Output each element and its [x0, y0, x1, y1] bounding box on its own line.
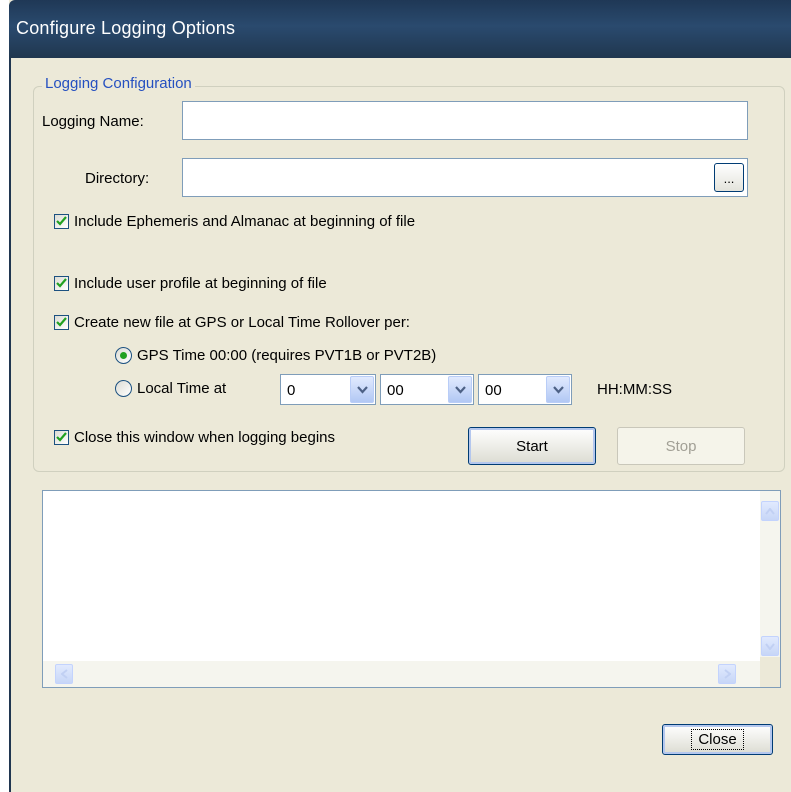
close-button[interactable]: Close: [662, 724, 773, 755]
seconds-value: 00: [485, 382, 502, 399]
rollover-checkbox[interactable]: Create new file at GPS or Local Time Rol…: [54, 314, 410, 331]
local-time-radio[interactable]: Local Time at: [115, 380, 226, 397]
logging-name-input[interactable]: [182, 101, 748, 140]
scrollbar-corner: [760, 657, 780, 687]
scroll-up-icon[interactable]: [761, 501, 779, 521]
seconds-select[interactable]: 00: [478, 374, 572, 405]
scroll-right-icon[interactable]: [718, 664, 736, 684]
log-output-area[interactable]: [42, 490, 781, 688]
hours-value: 0: [287, 382, 296, 399]
title-bar[interactable]: Configure Logging Options: [9, 0, 791, 58]
user-profile-checkbox[interactable]: Include user profile at beginning of fil…: [54, 275, 327, 292]
close-button-label: Close: [691, 729, 744, 750]
checkbox-checked-icon: [54, 430, 69, 445]
rollover-label: Create new file at GPS or Local Time Rol…: [74, 314, 410, 331]
scroll-down-icon[interactable]: [761, 636, 779, 656]
chevron-down-icon[interactable]: [350, 376, 374, 403]
minutes-select[interactable]: 00: [380, 374, 474, 405]
checkbox-checked-icon: [54, 214, 69, 229]
horizontal-scrollbar[interactable]: [43, 661, 760, 687]
radio-selected-icon: [115, 347, 132, 364]
close-window-checkbox[interactable]: Close this window when logging begins: [54, 429, 335, 446]
close-window-label: Close this window when logging begins: [74, 429, 335, 446]
scroll-left-icon[interactable]: [55, 664, 73, 684]
browse-button[interactable]: ...: [714, 163, 744, 192]
ephemeris-label: Include Ephemeris and Almanac at beginni…: [74, 213, 416, 230]
directory-input[interactable]: [182, 158, 748, 197]
gps-time-label: GPS Time 00:00 (requires PVT1B or PVT2B): [137, 347, 437, 364]
stop-button[interactable]: Stop: [617, 427, 745, 465]
start-button[interactable]: Start: [468, 427, 596, 465]
radio-unselected-icon: [115, 380, 132, 397]
directory-label: Directory:: [85, 170, 150, 187]
gps-time-radio[interactable]: GPS Time 00:00 (requires PVT1B or PVT2B): [115, 347, 436, 364]
chevron-down-icon[interactable]: [546, 376, 570, 403]
hours-select[interactable]: 0: [280, 374, 376, 405]
ephemeris-checkbox[interactable]: Include Ephemeris and Almanac at beginni…: [54, 213, 415, 230]
checkbox-checked-icon: [54, 276, 69, 291]
time-format-label: HH:MM:SS: [597, 381, 672, 398]
minutes-value: 00: [387, 382, 404, 399]
window-frame: [9, 58, 11, 792]
local-time-label: Local Time at: [137, 380, 227, 397]
vertical-scrollbar[interactable]: [760, 491, 780, 657]
dialog-window: Configure Logging Options Logging Config…: [9, 0, 791, 792]
checkbox-checked-icon: [54, 315, 69, 330]
logging-name-label: Logging Name:: [42, 113, 144, 130]
chevron-down-icon[interactable]: [448, 376, 472, 403]
user-profile-label: Include user profile at beginning of fil…: [74, 275, 327, 292]
group-legend: Logging Configuration: [42, 75, 195, 92]
window-title: Configure Logging Options: [16, 18, 236, 38]
